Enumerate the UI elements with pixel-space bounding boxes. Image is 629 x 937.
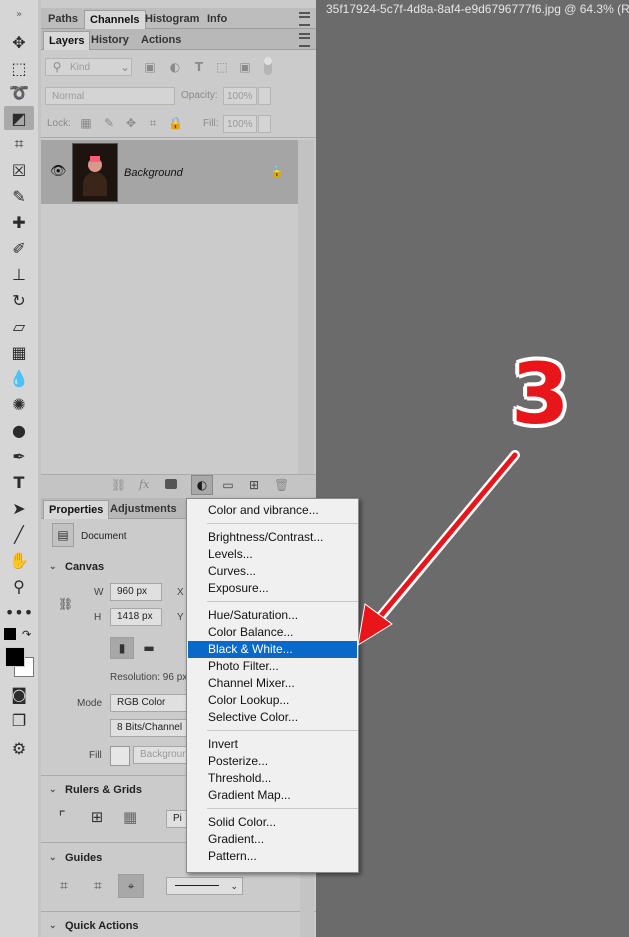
annotation-arrow [357, 450, 520, 647]
